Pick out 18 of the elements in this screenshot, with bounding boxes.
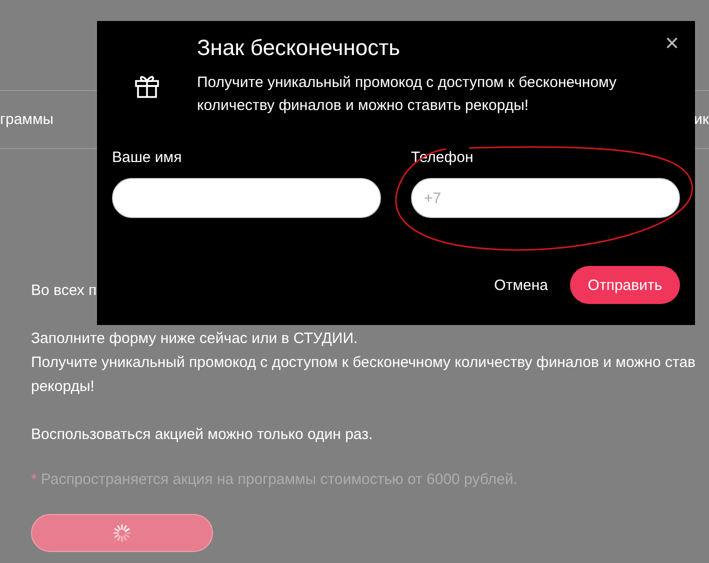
body-text: Во всех п: [31, 281, 97, 301]
body-text: Заполните форму ниже сейчас или в СТУДИИ.: [31, 329, 358, 349]
body-text: Воспользоваться акцией можно только один раз.: [31, 425, 373, 445]
close-button[interactable]: ×: [664, 33, 679, 55]
input-field[interactable]: [112, 178, 381, 218]
gift-icon: [134, 73, 160, 99]
cancel-button[interactable]: Отмена: [494, 276, 548, 294]
spinner-icon: [112, 523, 132, 543]
body-text: рекорды!: [31, 377, 94, 397]
dialog-description: Получите уникальный промокод с доступом к бесконечному количеству финалов и можно ставить рекорды!: [197, 73, 618, 116]
nav-link[interactable]: ик: [694, 111, 709, 128]
field-label: Ваше имя: [112, 149, 183, 167]
input-field[interactable]: +7: [411, 178, 680, 218]
send-button[interactable]: Отправить: [570, 266, 680, 304]
nav-link[interactable]: граммы: [0, 111, 54, 128]
body-text: Получите уникальный промокод с доступом к бесконечному количеству финалов и можно став: [31, 353, 696, 373]
dialog-title: Знак бесконечность: [197, 35, 402, 61]
asterisk-mark: *: [31, 471, 37, 488]
